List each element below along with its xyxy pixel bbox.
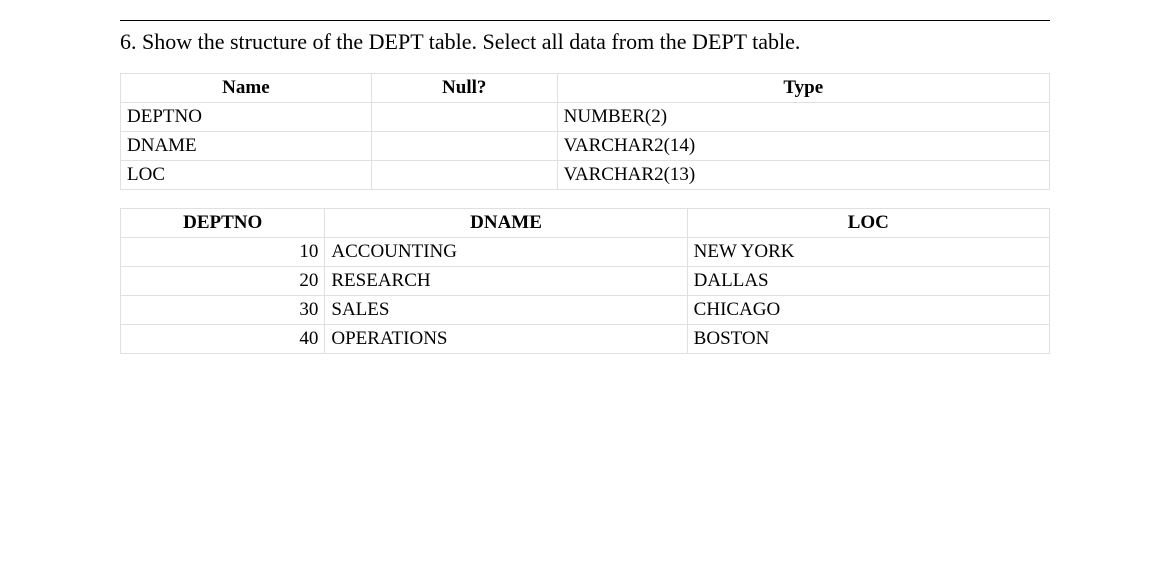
table-row: LOC VARCHAR2(13) (121, 161, 1050, 190)
horizontal-rule (120, 20, 1050, 21)
table-header-row: Name Null? Type (121, 74, 1050, 103)
cell-deptno: 30 (121, 296, 325, 325)
cell-loc: DALLAS (687, 267, 1049, 296)
cell-null (371, 161, 557, 190)
cell-dname: OPERATIONS (325, 325, 687, 354)
col-header-name: Name (121, 74, 372, 103)
cell-type: NUMBER(2) (557, 103, 1049, 132)
col-header-loc: LOC (687, 209, 1049, 238)
table-header-row: DEPTNO DNAME LOC (121, 209, 1050, 238)
cell-deptno: 10 (121, 238, 325, 267)
cell-loc: BOSTON (687, 325, 1049, 354)
table-row: DEPTNO NUMBER(2) (121, 103, 1050, 132)
col-header-dname: DNAME (325, 209, 687, 238)
cell-null (371, 103, 557, 132)
table-row: 10 ACCOUNTING NEW YORK (121, 238, 1050, 267)
cell-type: VARCHAR2(13) (557, 161, 1049, 190)
cell-type: VARCHAR2(14) (557, 132, 1049, 161)
cell-dname: ACCOUNTING (325, 238, 687, 267)
cell-name: LOC (121, 161, 372, 190)
cell-name: DNAME (121, 132, 372, 161)
cell-loc: CHICAGO (687, 296, 1049, 325)
question-text: 6. Show the structure of the DEPT table.… (120, 29, 1050, 55)
col-header-deptno: DEPTNO (121, 209, 325, 238)
cell-deptno: 40 (121, 325, 325, 354)
data-table: DEPTNO DNAME LOC 10 ACCOUNTING NEW YORK … (120, 208, 1050, 354)
cell-dname: SALES (325, 296, 687, 325)
col-header-type: Type (557, 74, 1049, 103)
table-row: DNAME VARCHAR2(14) (121, 132, 1050, 161)
col-header-null: Null? (371, 74, 557, 103)
table-row: 30 SALES CHICAGO (121, 296, 1050, 325)
table-row: 20 RESEARCH DALLAS (121, 267, 1050, 296)
structure-table: Name Null? Type DEPTNO NUMBER(2) DNAME V… (120, 73, 1050, 190)
table-row: 40 OPERATIONS BOSTON (121, 325, 1050, 354)
cell-name: DEPTNO (121, 103, 372, 132)
cell-dname: RESEARCH (325, 267, 687, 296)
cell-loc: NEW YORK (687, 238, 1049, 267)
cell-null (371, 132, 557, 161)
cell-deptno: 20 (121, 267, 325, 296)
